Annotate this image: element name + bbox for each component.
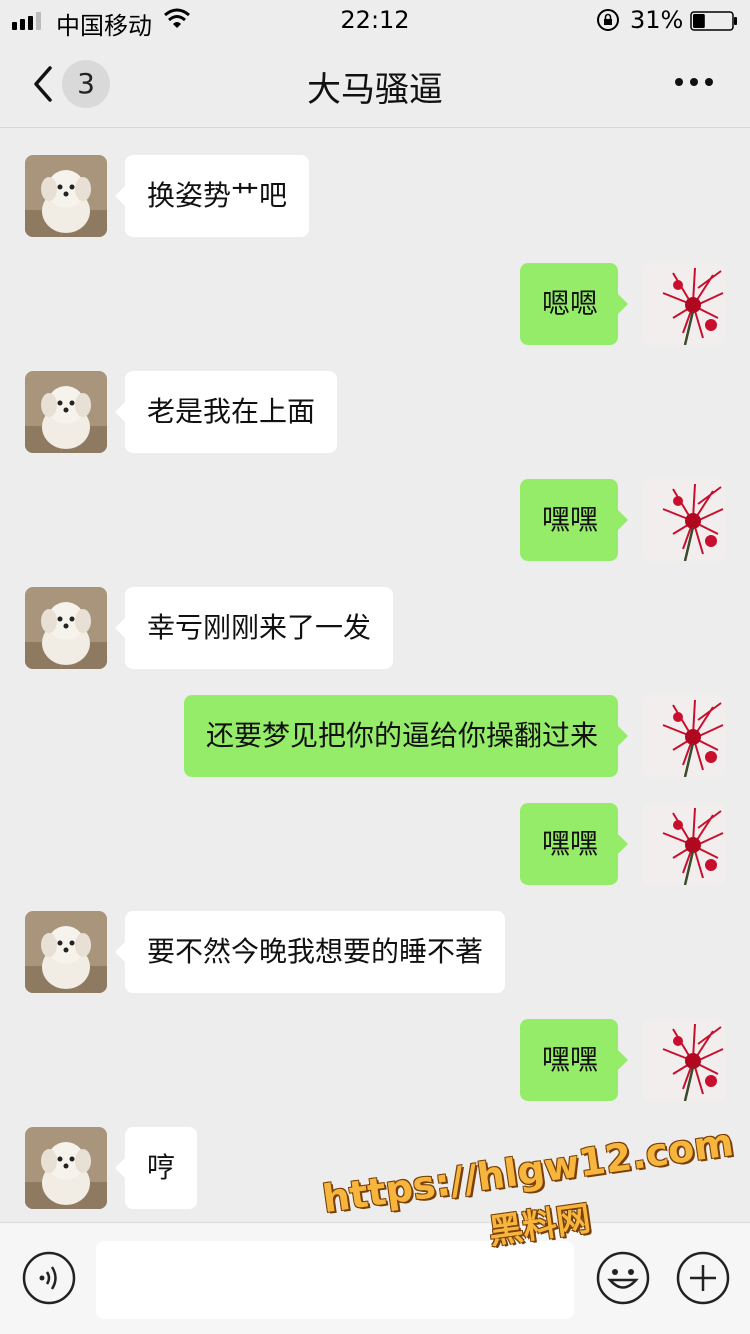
dog-avatar-image [25, 911, 107, 993]
my-avatar[interactable] [643, 803, 725, 885]
more-dots-icon[interactable] [674, 76, 714, 88]
message-bubble[interactable]: 嘿嘿 [520, 1019, 628, 1101]
flower-avatar-image [643, 263, 725, 345]
message-incoming: 老是我在上面 [0, 371, 750, 453]
emoji-icon[interactable] [596, 1251, 650, 1305]
message-bubble[interactable]: 老是我在上面 [114, 371, 338, 453]
message-outgoing: 嘿嘿 [0, 1019, 750, 1101]
battery-percent: 31% [630, 6, 684, 34]
contact-avatar[interactable] [25, 1127, 107, 1209]
contact-avatar[interactable] [25, 371, 107, 453]
flower-avatar-image [643, 695, 725, 777]
dog-avatar-image [25, 371, 107, 453]
message-bubble[interactable]: 要不然今晚我想要的睡不著 [114, 911, 506, 993]
message-outgoing: 嘿嘿 [0, 479, 750, 561]
message-bubble[interactable]: 嗯嗯 [520, 263, 628, 345]
message-bubble[interactable]: 哼 [114, 1127, 198, 1209]
my-avatar[interactable] [643, 479, 725, 561]
message-bubble[interactable]: 换姿势艹吧 [114, 155, 310, 237]
contact-avatar[interactable] [25, 587, 107, 669]
message-incoming: 要不然今晚我想要的睡不著 [0, 911, 750, 993]
flower-avatar-image [643, 1019, 725, 1101]
chat-header: 3 大马骚逼 [0, 40, 750, 128]
flower-avatar-image [643, 479, 725, 561]
my-avatar[interactable] [643, 263, 725, 345]
plus-icon[interactable] [676, 1251, 730, 1305]
message-bubble[interactable]: 幸亏刚刚来了一发 [114, 587, 394, 669]
message-bubble[interactable]: 嘿嘿 [520, 803, 628, 885]
orientation-lock-icon [597, 9, 619, 31]
chat-title: 大马骚逼 [307, 70, 443, 110]
message-incoming: 换姿势艹吧 [0, 155, 750, 237]
status-bar: 中国移动 22:12 31% [0, 0, 750, 40]
message-outgoing: 嗯嗯 [0, 263, 750, 345]
watermark-site-name: 黑料网 [486, 1198, 593, 1253]
voice-icon[interactable] [22, 1251, 76, 1305]
my-avatar[interactable] [643, 1019, 725, 1101]
contact-avatar[interactable] [25, 155, 107, 237]
message-incoming: 幸亏刚刚来了一发 [0, 587, 750, 669]
message-bubble[interactable]: 还要梦见把你的逼给你操翻过来 [184, 695, 628, 777]
battery-icon [690, 11, 737, 31]
message-outgoing: 嘿嘿 [0, 803, 750, 885]
dog-avatar-image [25, 1127, 107, 1209]
my-avatar[interactable] [643, 695, 725, 777]
message-bubble[interactable]: 嘿嘿 [520, 479, 628, 561]
dog-avatar-image [25, 155, 107, 237]
flower-avatar-image [643, 803, 725, 885]
dog-avatar-image [25, 587, 107, 669]
message-outgoing: 还要梦见把你的逼给你操翻过来 [0, 695, 750, 777]
contact-avatar[interactable] [25, 911, 107, 993]
